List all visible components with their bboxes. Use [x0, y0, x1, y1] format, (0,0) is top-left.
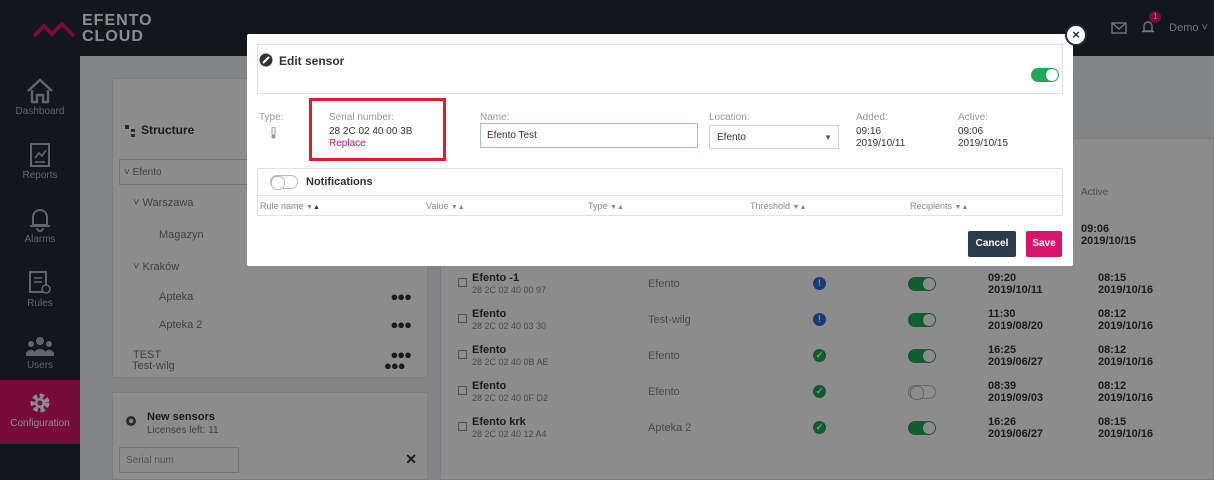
notifications-section: Notifications Rule name ▼▲ Value ▼▲ Type…: [257, 168, 1063, 216]
column-label: Rule name: [260, 201, 304, 211]
notifications-table-header: Rule name ▼▲ Value ▼▲ Type ▼▲ Threshold …: [258, 195, 1062, 215]
location-label: Location:: [709, 112, 750, 123]
column-type[interactable]: Type ▼▲: [588, 201, 624, 211]
sort-icon: ▼▲: [954, 204, 969, 211]
cancel-button[interactable]: Cancel: [968, 231, 1016, 257]
added-date: 2019/10/11: [856, 138, 906, 149]
serial-number-label: Serial number:: [329, 112, 395, 123]
edit-sensor-modal: × Edit sensor Type: Serial number: 28 2C…: [247, 24, 1087, 266]
sort-icon: ▼▲: [306, 204, 320, 211]
location-select[interactable]: Efento ▼: [709, 125, 839, 149]
notifications-title: Notifications: [306, 176, 373, 188]
sensor-enabled-toggle[interactable]: [1031, 68, 1059, 82]
type-label: Type:: [259, 112, 284, 123]
modal-header: [257, 44, 1063, 94]
added-label: Added:: [856, 112, 888, 123]
name-label: Name:: [480, 112, 510, 123]
sort-icon: ▼▲: [450, 204, 465, 211]
column-rule-name[interactable]: Rule name ▼▲: [260, 201, 320, 211]
name-input[interactable]: [480, 123, 698, 148]
column-value[interactable]: Value ▼▲: [426, 201, 465, 211]
active-date: 2019/10/15: [958, 138, 1009, 149]
active-label: Active:: [958, 112, 989, 123]
column-threshold[interactable]: Threshold ▼▲: [750, 201, 806, 211]
added-time: 09:16: [856, 126, 882, 137]
close-button[interactable]: ×: [1065, 24, 1087, 46]
chevron-down-icon: ▼: [824, 133, 832, 142]
replace-link[interactable]: Replace: [329, 138, 366, 149]
column-recipients[interactable]: Recipients ▼▲: [910, 201, 968, 211]
notifications-toggle[interactable]: [270, 175, 298, 190]
modal-title: Edit sensor: [279, 54, 345, 68]
column-label: Value: [426, 201, 449, 211]
column-label: Type: [588, 201, 608, 211]
location-value: Efento: [717, 132, 746, 143]
active-time: 09:06: [958, 126, 984, 137]
column-label: Recipients: [910, 201, 953, 211]
edit-icon: [259, 53, 273, 67]
column-label: Threshold: [750, 201, 791, 211]
sensor-type-icon: [271, 127, 276, 139]
sort-icon: ▼▲: [792, 204, 807, 211]
serial-number-value: 28 2C 02 40 00 3B: [329, 126, 413, 137]
save-button[interactable]: Save: [1026, 231, 1062, 257]
sort-icon: ▼▲: [610, 204, 624, 211]
